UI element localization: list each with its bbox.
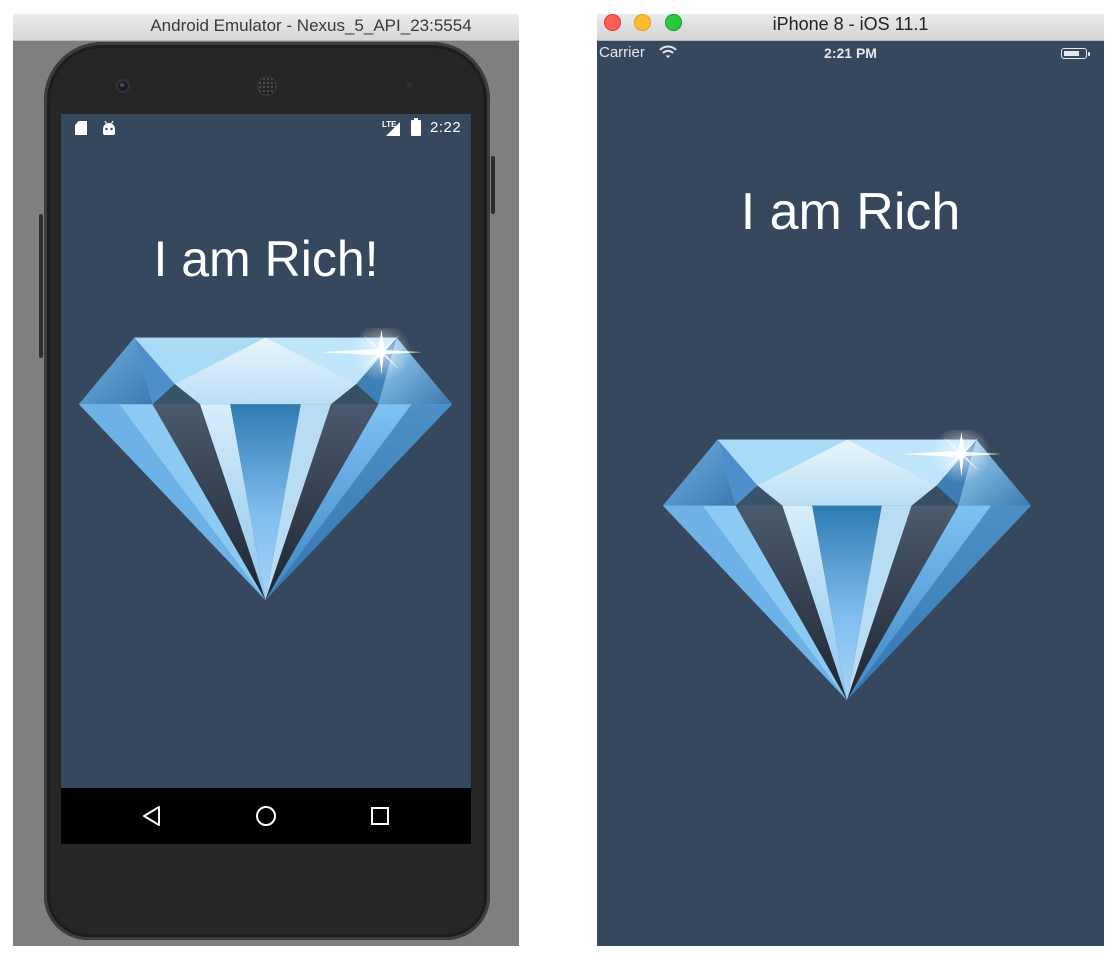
ios-window-title: iPhone 8 - iOS 11.1 — [772, 14, 929, 34]
home-icon[interactable] — [254, 804, 278, 828]
earpiece-speaker — [258, 77, 276, 95]
battery-charging-icon — [411, 118, 421, 136]
android-window-title: Android Emulator - Nexus_5_API_23:5554 — [150, 16, 472, 35]
app-heading: I am Rich! — [153, 231, 379, 287]
ios-clock: 2:21 PM — [824, 45, 877, 61]
volume-button[interactable] — [39, 214, 43, 358]
android-screen: LTE 2:22 I am Rich! — [61, 114, 471, 788]
power-button[interactable] — [491, 156, 495, 214]
diamond-image — [79, 328, 452, 601]
android-emulator-window: Android Emulator - Nexus_5_API_23:5554 L… — [13, 14, 519, 946]
android-window-titlebar[interactable]: Android Emulator - Nexus_5_API_23:5554 — [13, 14, 519, 41]
diamond-image — [663, 430, 1031, 701]
ios-simulator-window: iPhone 8 - iOS 11.1 Carrier 2:21 PM I am… — [597, 14, 1104, 946]
ios-status-bar: Carrier 2:21 PM — [597, 42, 1104, 64]
android-clock: 2:22 — [430, 119, 462, 136]
back-icon[interactable] — [140, 804, 164, 828]
sd-card-icon — [75, 121, 87, 135]
lte-label: LTE — [382, 120, 397, 129]
ios-window-titlebar[interactable]: iPhone 8 - iOS 11.1 — [597, 14, 1104, 41]
app-heading: I am Rich — [740, 183, 961, 241]
front-camera — [118, 81, 128, 91]
proximity-sensor — [406, 82, 412, 88]
android-robot-icon — [103, 120, 115, 135]
android-status-bar: LTE 2:22 — [61, 114, 471, 142]
recents-icon[interactable] — [368, 804, 392, 828]
android-navigation-bar — [61, 788, 471, 844]
battery-icon — [1061, 48, 1090, 59]
